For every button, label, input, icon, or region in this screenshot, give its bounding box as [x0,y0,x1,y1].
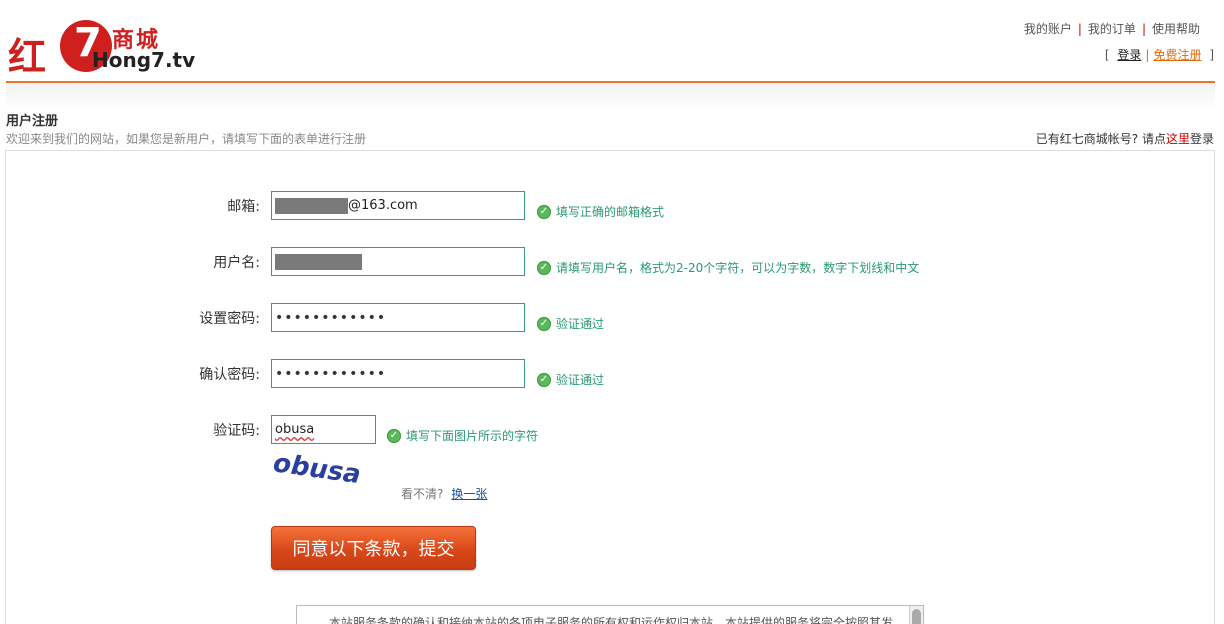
password-dots: •••••••••••• [275,309,387,326]
confirm-password-field[interactable]: •••••••••••• [271,359,525,388]
captcha-image-text: obusa [272,452,365,490]
captcha-label: 验证码: [213,423,260,439]
auth-links: [ 登录 | 免费注册 ] [1105,46,1214,63]
bracket-open: [ [1104,48,1110,62]
redacted-block [275,253,362,270]
page-title: 用户注册 [6,114,59,129]
check-icon: ✓ [537,316,551,331]
captcha-refresh-row: 看不清? 换一张 [401,485,487,502]
register-link[interactable]: 免费注册 [1153,48,1201,62]
captcha-image[interactable]: obusa [272,452,376,492]
confirm-password-label: 确认密码: [199,367,260,383]
username-hint: ✓ 请填写用户名，格式为2-20个字符，可以为字数，数字下划线和中文 [537,259,919,276]
captcha-refresh-link[interactable]: 换一张 [451,487,487,501]
email-label: 邮箱: [227,199,260,215]
divider: | [1077,22,1082,36]
help-link[interactable]: 使用帮助 [1152,22,1200,36]
my-orders-link[interactable]: 我的订单 [1088,22,1136,36]
captcha-unclear-text: 看不清? [401,487,444,501]
site-logo[interactable]: 红 7 商城 Hong7.tv [8,18,208,79]
auth-separator: | [1145,48,1150,62]
username-hint-text: 请填写用户名，格式为2-20个字符，可以为字数，数字下划线和中文 [556,261,920,275]
confirm-dots: •••••••••••• [275,365,387,382]
logo-url: Hong7.tv [92,48,196,72]
register-form-panel [5,150,1215,624]
captcha-hint: ✓ 填写下面图片所示的字符 [387,427,538,444]
page-subtitle: 欢迎来到我们的网站，如果您是新用户，请填写下面的表单进行注册 [6,132,367,146]
submit-button[interactable]: 同意以下条款，提交 [271,526,476,570]
password-label: 设置密码: [199,311,260,327]
check-icon: ✓ [537,204,551,219]
terms-textarea[interactable]: 本站服务条款的确认和接纳本站的各项电子服务的所有权和运作权归本站。本站提供的服务… [296,605,924,624]
have-account-suffix: 登录 [1189,132,1214,146]
bracket-close: ] [1209,48,1214,62]
email-hint: ✓ 填写正确的邮箱格式 [537,203,664,220]
check-icon: ✓ [387,428,401,443]
my-account-link[interactable]: 我的账户 [1024,22,1072,36]
confirm-hint-text: 验证通过 [556,373,605,387]
username-field[interactable] [271,247,525,276]
top-nav: 我的账户 | 我的订单 | 使用帮助 [1024,20,1200,37]
check-icon: ✓ [537,260,551,275]
header-shadow [6,83,1215,111]
captcha-value: obusa [275,422,315,437]
login-link[interactable]: 登录 [1117,48,1141,62]
scrollbar-thumb[interactable] [912,609,921,624]
email-suffix: @163.com [348,198,418,213]
captcha-hint-text: 填写下面图片所示的字符 [406,429,539,443]
terms-preview-text: 本站服务条款的确认和接纳本站的各项电子服务的所有权和运作权归本站。本站提供的服务… [329,616,894,624]
redacted-block [275,197,348,214]
email-field[interactable]: @163.com [271,191,525,220]
have-account-text: 已有红七商城帐号? 请点这里登录 [1036,130,1214,147]
confirm-password-hint: ✓ 验证通过 [537,371,604,388]
password-hint: ✓ 验证通过 [537,315,604,332]
password-field[interactable]: •••••••••••• [271,303,525,332]
username-label: 用户名: [213,255,260,271]
divider: | [1141,22,1146,36]
captcha-field[interactable]: obusa [271,415,376,444]
terms-scrollbar[interactable] [909,606,923,624]
check-icon: ✓ [537,372,551,387]
email-hint-text: 填写正确的邮箱格式 [556,205,665,219]
password-hint-text: 验证通过 [556,317,605,331]
have-account-prefix: 已有红七商城帐号? 请点 [1035,132,1166,146]
logo-char: 红 [8,34,46,79]
login-here-link[interactable]: 这里 [1166,132,1190,146]
